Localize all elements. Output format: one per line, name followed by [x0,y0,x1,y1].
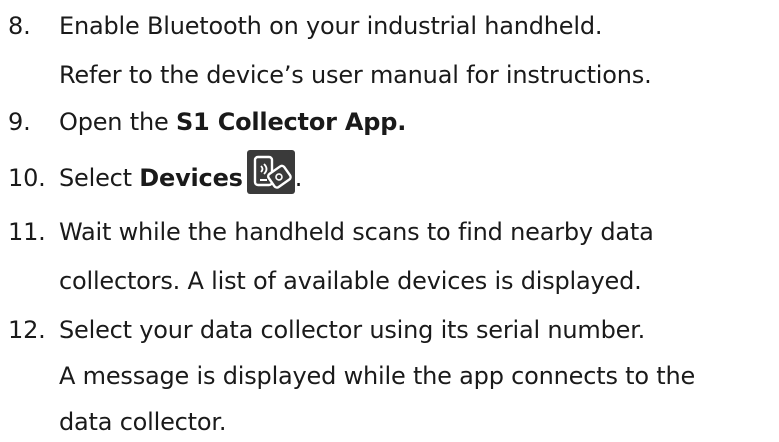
step-text: collectors. A list of available devices … [59,267,642,295]
step-text: Wait while the handheld scans to find ne… [59,218,654,246]
step-prefix: Open the [59,108,176,136]
step-text: Open the S1 Collector App. [59,102,406,142]
step-number: 12. [8,316,46,344]
app-name: S1 Collector App. [175,108,407,136]
step-number: 8. [8,12,31,40]
step-text: Select Devices . [59,150,302,206]
step-prefix: Select [59,164,140,192]
step-text: A message is displayed while the app con… [59,362,696,390]
step-number: 10. [8,164,46,192]
step-text: Refer to the device’s user manual for in… [59,61,652,89]
step-text: Select your data collector using its ser… [59,316,646,344]
step-number: 11. [8,218,46,246]
step-number: 9. [8,108,31,136]
step-text: Enable Bluetooth on your industrial hand… [59,12,603,40]
step-suffix: . [294,164,303,192]
devices-icon [246,150,295,194]
step-text: data collector. [59,408,227,436]
devices-label: Devices [139,164,243,192]
